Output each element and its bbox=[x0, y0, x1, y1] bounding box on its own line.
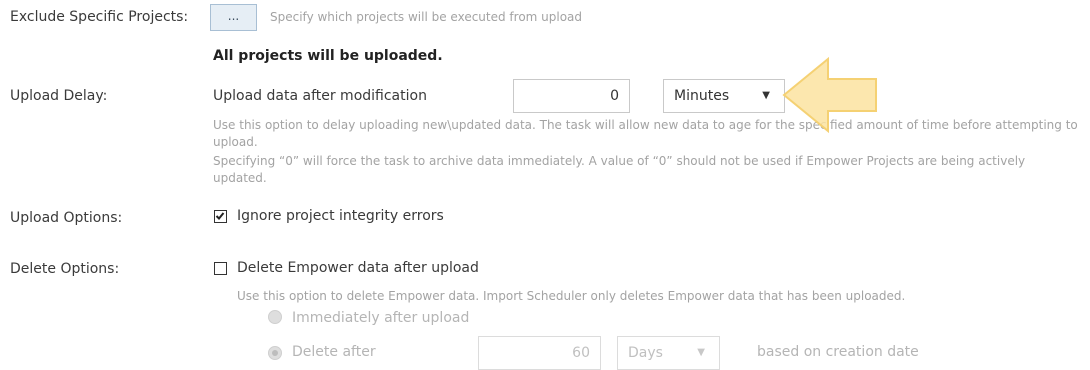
radio-delete-after[interactable] bbox=[268, 346, 282, 360]
chevron-down-icon: ▼ bbox=[762, 90, 770, 101]
upload-options-label: Upload Options: bbox=[10, 210, 123, 226]
delete-after-days-input[interactable]: 60 bbox=[478, 336, 601, 370]
arrow-annotation-icon bbox=[782, 56, 877, 134]
delete-after-suffix-label: based on creation date bbox=[757, 344, 919, 360]
upload-delay-help-1: Use this option to delay uploading new\u… bbox=[213, 118, 1078, 149]
select-projects-button[interactable]: ... bbox=[210, 4, 257, 31]
exclude-projects-label: Exclude Specific Projects: bbox=[10, 9, 189, 25]
radio-immediately[interactable] bbox=[268, 310, 282, 324]
upload-delay-input[interactable]: 0 bbox=[513, 79, 630, 113]
exclude-projects-help: Specify which projects will be executed … bbox=[270, 10, 583, 24]
upload-delay-unit-value: Minutes bbox=[674, 88, 730, 104]
checkmark-icon bbox=[215, 212, 225, 220]
upload-delay-unit-select[interactable]: Minutes ▼ bbox=[663, 79, 785, 113]
exclude-status-text: All projects will be uploaded. bbox=[213, 48, 443, 64]
delete-after-unit-value: Days bbox=[628, 345, 663, 361]
delete-options-help: Use this option to delete Empower data. … bbox=[237, 289, 906, 303]
delete-options-label: Delete Options: bbox=[10, 261, 120, 277]
upload-delay-help-2: Specifying “0” will force the task to ar… bbox=[213, 154, 1026, 185]
radio-immediately-label: Immediately after upload bbox=[292, 310, 470, 326]
ignore-integrity-checkbox[interactable] bbox=[214, 210, 227, 223]
upload-delay-label: Upload Delay: bbox=[10, 88, 108, 104]
radio-dot-icon bbox=[272, 350, 278, 356]
chevron-down-icon: ▼ bbox=[697, 347, 705, 358]
delete-after-unit-select[interactable]: Days ▼ bbox=[617, 336, 720, 370]
ignore-integrity-label: Ignore project integrity errors bbox=[237, 208, 444, 224]
radio-delete-after-label: Delete after bbox=[292, 344, 376, 360]
delete-after-upload-checkbox[interactable] bbox=[214, 262, 227, 275]
upload-delay-field-label: Upload data after modification bbox=[213, 88, 427, 104]
delete-after-upload-label: Delete Empower data after upload bbox=[237, 260, 479, 276]
